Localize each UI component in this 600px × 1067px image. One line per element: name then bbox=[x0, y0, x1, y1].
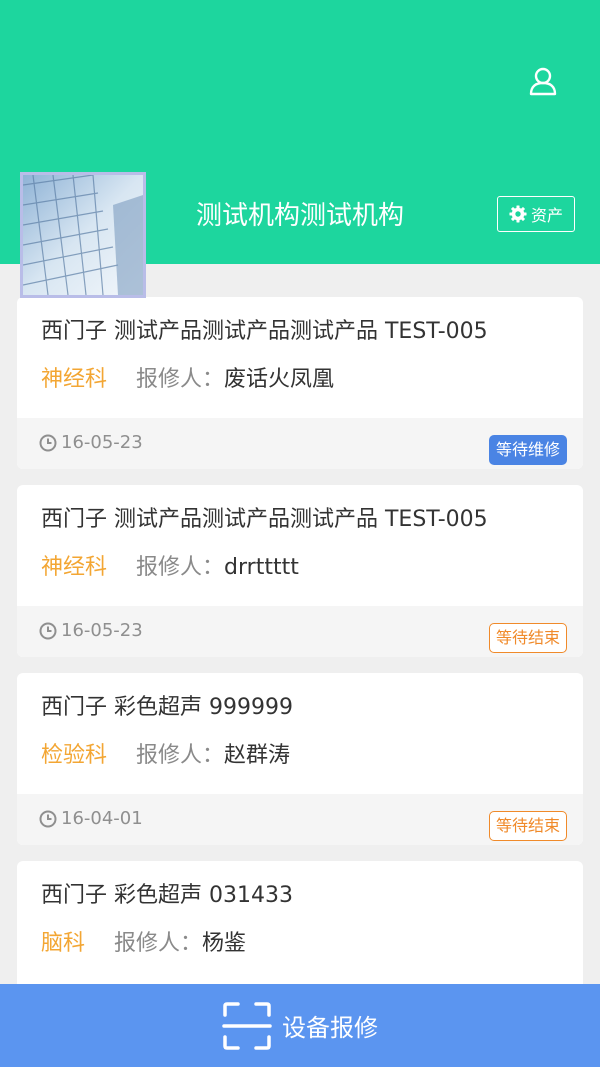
asset-button[interactable]: 资产 bbox=[497, 196, 575, 232]
department-label: 神经科 bbox=[41, 555, 108, 580]
order-meta: 检验科 报修人：赵群涛 bbox=[41, 739, 290, 773]
order-title: 西门子 测试产品测试产品测试产品 TEST-005 bbox=[41, 507, 488, 532]
organization-name: 测试机构测试机构 bbox=[195, 201, 404, 231]
clock-icon bbox=[39, 810, 57, 828]
reporter-label: 报修人： bbox=[114, 931, 203, 956]
order-date-text: 16-04-01 bbox=[61, 808, 143, 829]
order-date: 16-04-01 bbox=[39, 806, 143, 832]
equipment-repair-button[interactable]: 设备报修 bbox=[0, 984, 600, 1067]
reporter-label: 报修人： bbox=[136, 555, 225, 580]
repair-order-card[interactable]: 西门子 彩色超声 999999 检验科 报修人：赵群涛 16-04-01 等待结… bbox=[17, 673, 583, 845]
clock-icon bbox=[39, 434, 57, 452]
building-image bbox=[23, 175, 143, 295]
order-title: 西门子 测试产品测试产品测试产品 TEST-005 bbox=[41, 319, 488, 344]
department-label: 检验科 bbox=[41, 743, 108, 768]
clock-icon bbox=[39, 622, 57, 640]
order-date: 16-05-23 bbox=[39, 430, 143, 456]
status-badge: 等待结束 bbox=[488, 623, 567, 653]
department-label: 脑科 bbox=[41, 931, 86, 956]
status-badge: 等待维修 bbox=[488, 435, 567, 465]
equipment-repair-label: 设备报修 bbox=[282, 1014, 378, 1042]
order-meta: 神经科 报修人：drrttttt bbox=[41, 551, 299, 585]
order-footer: 16-04-01 等待结束 bbox=[17, 794, 583, 845]
reporter-name: 废话火凤凰 bbox=[224, 367, 335, 392]
order-title: 西门子 彩色超声 031433 bbox=[41, 883, 293, 908]
reporter-name: 杨鉴 bbox=[202, 931, 247, 956]
reporter-label: 报修人： bbox=[136, 367, 225, 392]
order-meta: 脑科 报修人：杨鉴 bbox=[41, 927, 246, 961]
repair-order-card[interactable]: 西门子 测试产品测试产品测试产品 TEST-005 神经科 报修人：drrttt… bbox=[17, 485, 583, 657]
reporter-name: drrttttt bbox=[224, 555, 299, 580]
order-footer: 16-05-23 等待结束 bbox=[17, 606, 583, 657]
asset-button-label: 资产 bbox=[530, 206, 563, 225]
organization-avatar bbox=[20, 172, 146, 298]
gear-icon bbox=[509, 205, 527, 223]
order-meta: 神经科 报修人：废话火凤凰 bbox=[41, 363, 334, 397]
order-date: 16-05-23 bbox=[39, 618, 143, 644]
scan-icon bbox=[222, 1001, 272, 1050]
profile-button[interactable] bbox=[524, 62, 562, 100]
department-label: 神经科 bbox=[41, 367, 108, 392]
repair-order-card[interactable]: 西门子 测试产品测试产品测试产品 TEST-005 神经科 报修人：废话火凤凰 … bbox=[17, 297, 583, 469]
reporter-label: 报修人： bbox=[136, 743, 225, 768]
user-icon bbox=[529, 67, 557, 96]
order-footer: 16-05-23 等待维修 bbox=[17, 418, 583, 469]
status-badge: 等待结束 bbox=[488, 811, 567, 841]
order-date-text: 16-05-23 bbox=[61, 432, 143, 453]
reporter-name: 赵群涛 bbox=[224, 743, 291, 768]
order-date-text: 16-05-23 bbox=[61, 620, 143, 641]
order-title: 西门子 彩色超声 999999 bbox=[41, 695, 293, 720]
